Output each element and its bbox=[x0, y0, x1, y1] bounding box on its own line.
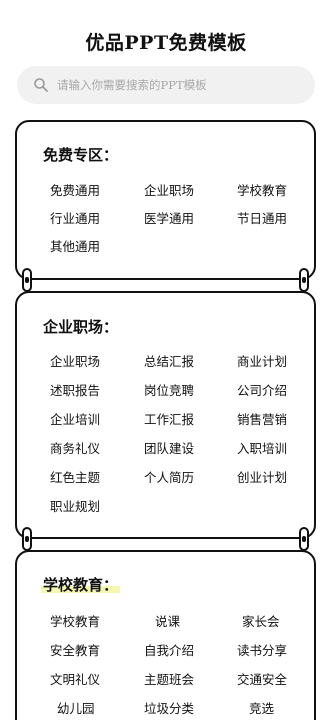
category-item[interactable]: 红色主题 bbox=[50, 467, 100, 486]
category-item[interactable]: 商务礼仪 bbox=[50, 438, 100, 457]
category-item[interactable]: 企业培训 bbox=[50, 409, 100, 428]
section-heading: 学校教育： bbox=[43, 574, 118, 595]
category-item[interactable]: 职业规划 bbox=[50, 496, 100, 515]
search-bar[interactable]: 请输入你需要搜索的PPT模板 bbox=[17, 66, 315, 104]
category-item[interactable]: 幼儿园 bbox=[57, 698, 95, 717]
category-item[interactable]: 公司介绍 bbox=[237, 380, 287, 399]
category-item[interactable]: 销售营销 bbox=[237, 409, 287, 428]
category-item[interactable]: 述职报告 bbox=[50, 380, 100, 399]
category-item[interactable]: 节日通用 bbox=[237, 208, 287, 227]
category-item[interactable]: 文明礼仪 bbox=[50, 669, 100, 688]
binder-ring-icon bbox=[299, 527, 309, 551]
category-item[interactable]: 自我介绍 bbox=[144, 640, 194, 659]
search-icon bbox=[34, 78, 48, 92]
category-item[interactable]: 学校教育 bbox=[50, 611, 100, 630]
category-item[interactable]: 团队建设 bbox=[144, 438, 194, 457]
search-input[interactable]: 请输入你需要搜索的PPT模板 bbox=[57, 77, 207, 93]
page-title: 优品PPT免费模板 bbox=[85, 32, 247, 54]
section-heading-text: 学校教育： bbox=[43, 576, 119, 594]
section-heading: 企业职场： bbox=[43, 318, 119, 336]
category-item[interactable]: 学校教育 bbox=[237, 180, 287, 199]
category-item[interactable]: 商业计划 bbox=[237, 351, 287, 370]
category-item[interactable]: 个人简历 bbox=[144, 467, 194, 486]
section-card-free: 免费专区： 免费通用 企业职场 学校教育 行业通用 医学通用 节日通用 其他通用 bbox=[15, 120, 316, 280]
category-item[interactable]: 垃圾分类 bbox=[144, 698, 194, 717]
category-item[interactable]: 说课 bbox=[155, 611, 180, 630]
category-item[interactable]: 行业通用 bbox=[50, 208, 100, 227]
binder-ring-icon bbox=[22, 268, 32, 292]
category-item[interactable]: 安全教育 bbox=[50, 640, 100, 659]
category-item[interactable]: 竞选 bbox=[249, 698, 274, 717]
section-card-business: 企业职场： 企业职场 总结汇报 商业计划 述职报告 岗位竞聘 公司介绍 企业培训… bbox=[15, 291, 316, 539]
category-item[interactable]: 总结汇报 bbox=[144, 351, 194, 370]
binder-ring-icon bbox=[22, 527, 32, 551]
section-card-school: 学校教育： 学校教育 说课 家长会 安全教育 自我介绍 读书分享 文明礼仪 主题… bbox=[15, 550, 316, 720]
category-item[interactable]: 岗位竞聘 bbox=[144, 380, 194, 399]
category-item[interactable]: 创业计划 bbox=[237, 467, 287, 486]
category-item[interactable]: 医学通用 bbox=[144, 208, 194, 227]
section-heading: 免费专区： bbox=[43, 146, 119, 164]
category-item[interactable]: 其他通用 bbox=[50, 236, 100, 255]
category-item[interactable]: 入职培训 bbox=[237, 438, 287, 457]
category-item[interactable]: 主题班会 bbox=[144, 669, 194, 688]
category-item[interactable]: 家长会 bbox=[242, 611, 280, 630]
category-item[interactable]: 免费通用 bbox=[50, 180, 100, 199]
category-item[interactable]: 交通安全 bbox=[237, 669, 287, 688]
category-item[interactable]: 工作汇报 bbox=[144, 409, 194, 428]
binder-ring-icon bbox=[299, 268, 309, 292]
category-item[interactable]: 企业职场 bbox=[50, 351, 100, 370]
category-item[interactable]: 读书分享 bbox=[237, 640, 287, 659]
category-item[interactable]: 企业职场 bbox=[144, 180, 194, 199]
